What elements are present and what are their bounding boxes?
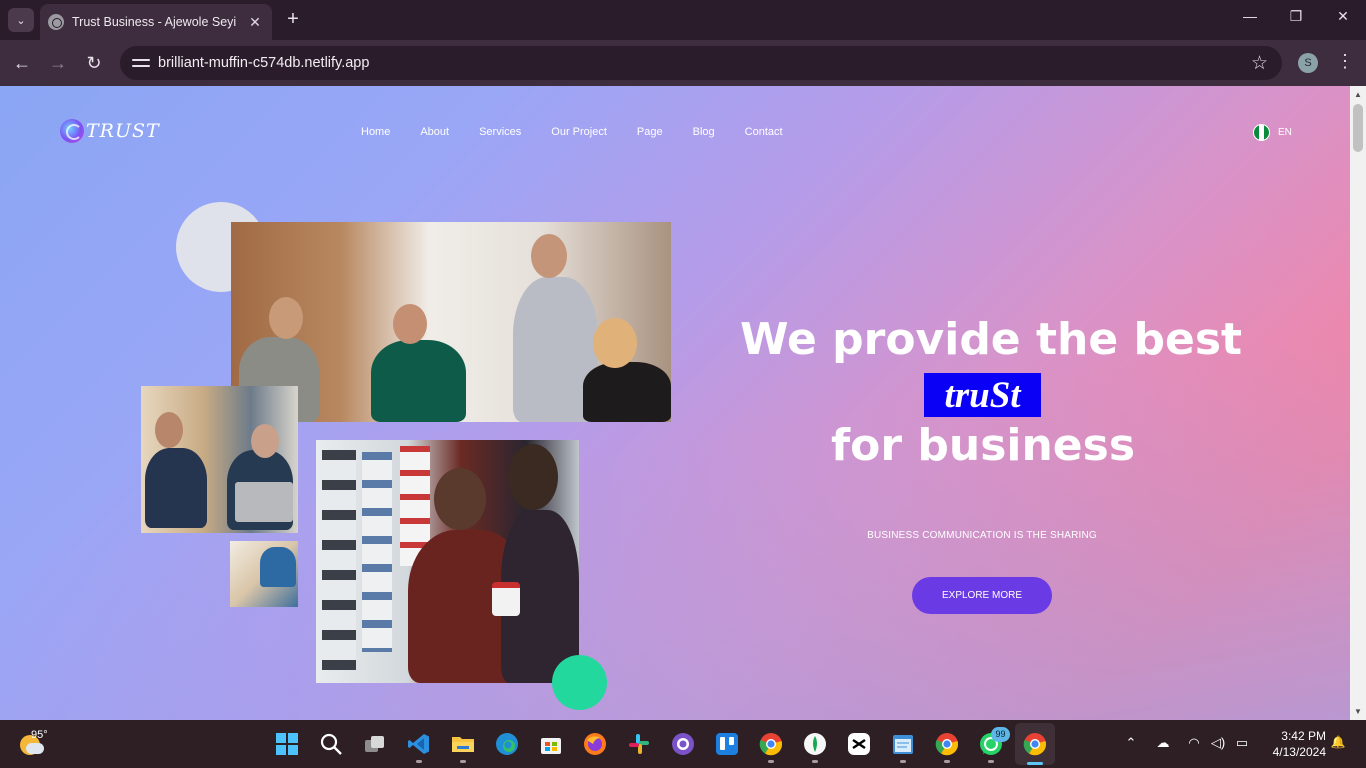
nav-our-project[interactable]: Our Project [551, 126, 607, 138]
maximize-button[interactable]: ❐ [1284, 8, 1308, 25]
site-info-icon[interactable] [132, 56, 150, 70]
wifi-icon[interactable]: ◠ [1184, 735, 1204, 751]
flag-icon [1253, 124, 1270, 141]
chevron-down-icon: ⌄ [16, 14, 26, 27]
nav-services[interactable]: Services [479, 126, 521, 138]
trello-icon[interactable] [715, 732, 739, 756]
workspace-photo [230, 541, 298, 607]
back-button[interactable]: ← [10, 51, 34, 75]
scroll-thumb[interactable] [1353, 104, 1363, 152]
nav-blog[interactable]: Blog [693, 126, 715, 138]
clock-date: 4/13/2024 [1272, 745, 1326, 759]
restore-icon: ❐ [1289, 8, 1303, 24]
scroll-up-icon[interactable]: ▲ [1354, 90, 1362, 99]
hero-heading-line1: We provide the best [740, 314, 1243, 365]
scroll-down-icon[interactable]: ▼ [1354, 707, 1362, 716]
forward-button[interactable]: → [46, 51, 70, 75]
tab-search-button[interactable]: ⌄ [8, 8, 34, 32]
taskbar: 95° 99 ⌃ ☁ ◠ ◁) ▭ 3:42 PM 4/13/2024 🔔 [0, 720, 1366, 768]
volume-icon[interactable]: ◁) [1208, 735, 1228, 751]
firefox-icon[interactable] [583, 732, 607, 756]
window-close-button[interactable]: ✕ [1331, 8, 1355, 25]
close-icon: ✕ [1337, 8, 1349, 24]
chrome-icon[interactable] [759, 732, 783, 756]
clock-time: 3:42 PM [1281, 729, 1326, 743]
capcut-icon[interactable] [847, 732, 871, 756]
browser-toolbar: ← → ↻ brilliant-muffin-c574db.netlify.ap… [0, 40, 1366, 86]
back-arrow-icon: ← [13, 53, 31, 73]
slack-icon[interactable] [627, 732, 651, 756]
edge-icon[interactable] [495, 732, 519, 756]
logo-mark-icon [60, 119, 84, 143]
hero-subtitle: BUSINESS COMMUNICATION IS THE SHARING [867, 530, 1097, 541]
notification-bell-icon[interactable]: 🔔 [1328, 735, 1348, 749]
file-explorer-icon[interactable] [451, 732, 475, 756]
language-label: EN [1278, 127, 1292, 138]
decorative-circle-green [552, 655, 607, 710]
battery-icon[interactable]: ▭ [1232, 735, 1252, 751]
hero-heading-line3: for business [830, 420, 1136, 471]
forward-arrow-icon: → [49, 53, 67, 73]
chrome-icon[interactable] [1023, 732, 1047, 756]
tab-title: Trust Business - Ajewole Seyi [72, 15, 237, 29]
explore-more-button[interactable]: EXPLORE MORE [912, 577, 1052, 614]
notification-badge: 99 [991, 727, 1010, 742]
plus-icon: + [287, 8, 299, 30]
site-logo[interactable]: TRUST [60, 119, 160, 143]
show-hidden-icons[interactable]: ⌃ [1121, 735, 1141, 751]
nav-about[interactable]: About [420, 126, 449, 138]
github-desktop-icon[interactable] [671, 732, 695, 756]
star-icon[interactable]: ☆ [1251, 52, 1268, 75]
nav-page[interactable]: Page [637, 126, 663, 138]
chrome-icon[interactable] [935, 732, 959, 756]
system-clock[interactable]: 3:42 PM 4/13/2024 [1262, 728, 1326, 760]
start-icon[interactable] [275, 732, 299, 756]
browser-tab-bar: ⌄ Trust Business - Ajewole Seyi ✕ + — ❐ … [0, 0, 1366, 40]
reload-button[interactable]: ↻ [82, 51, 106, 75]
browser-tab[interactable]: Trust Business - Ajewole Seyi ✕ [40, 4, 272, 40]
main-nav: Home About Services Our Project Page Blo… [346, 126, 798, 138]
nav-home[interactable]: Home [361, 126, 390, 138]
whiteboard-photo [316, 440, 579, 683]
mongodb-compass-icon[interactable] [803, 732, 827, 756]
vscode-icon[interactable] [407, 732, 431, 756]
meeting-photo [141, 386, 298, 533]
task-view-icon[interactable] [363, 732, 387, 756]
address-bar[interactable]: brilliant-muffin-c574db.netlify.app ☆ [120, 46, 1282, 80]
close-icon[interactable]: ✕ [246, 14, 264, 31]
kebab-icon[interactable]: ⋮ [1336, 51, 1354, 72]
minimize-icon: — [1243, 8, 1257, 24]
weather-temperature: 95° [31, 729, 48, 741]
page-scrollbar[interactable]: ▲ ▼ [1350, 86, 1366, 720]
notepad-icon[interactable] [891, 732, 915, 756]
search-icon[interactable] [319, 732, 343, 756]
nav-contact[interactable]: Contact [745, 126, 783, 138]
globe-icon [48, 14, 64, 30]
onedrive-icon[interactable]: ☁ [1153, 735, 1173, 751]
store-icon[interactable] [539, 732, 563, 756]
new-tab-button[interactable]: + [282, 8, 304, 30]
page-viewport: TRUST Home About Services Our Project Pa… [0, 86, 1366, 720]
logo-text: TRUST [86, 120, 160, 142]
minimize-button[interactable]: — [1238, 8, 1262, 24]
cloud-icon [26, 743, 44, 754]
hero-brand-highlight: truSt [924, 373, 1041, 417]
language-selector[interactable]: EN [1253, 124, 1292, 141]
url-text[interactable]: brilliant-muffin-c574db.netlify.app [158, 55, 1251, 71]
reload-icon: ↻ [86, 53, 102, 73]
profile-avatar[interactable]: S [1298, 53, 1318, 73]
